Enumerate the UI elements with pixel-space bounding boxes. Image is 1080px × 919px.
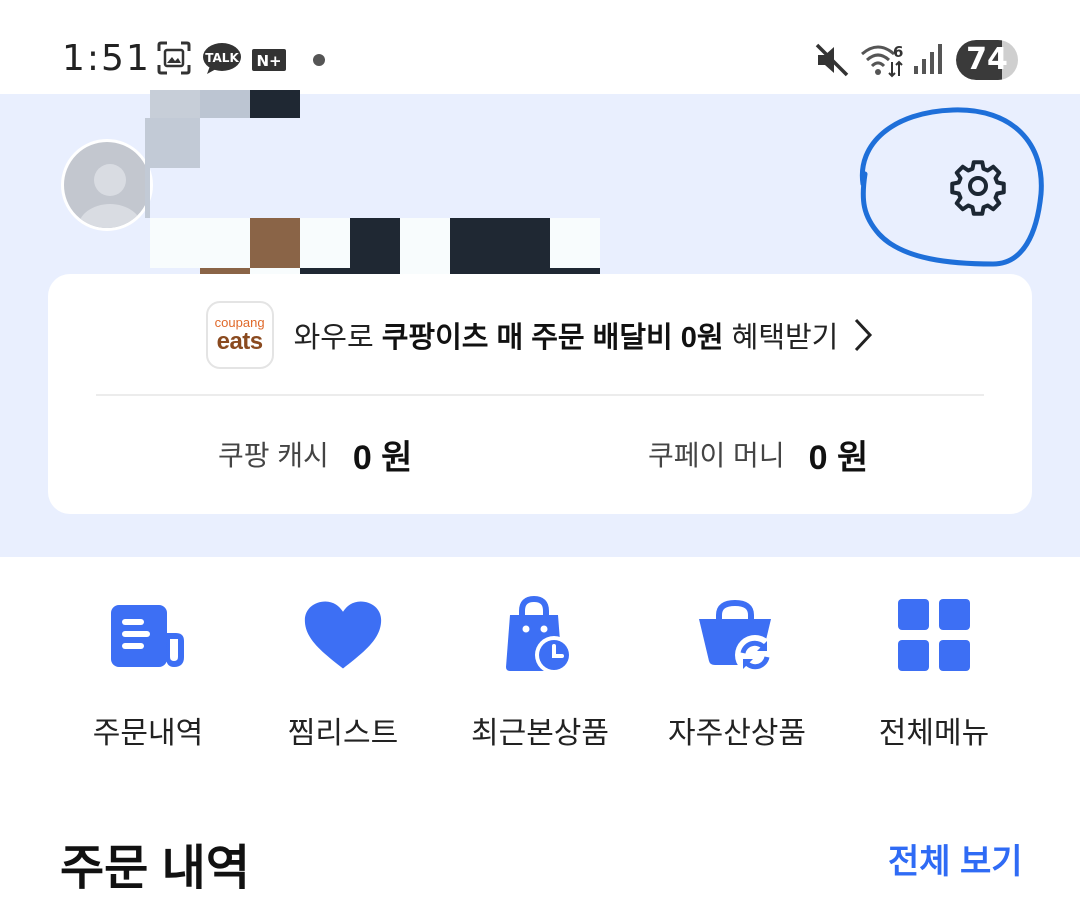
promo-text: 와우로 쿠팡이츠 매 주문 배달비 0원 혜택받기: [294, 314, 839, 356]
status-bar: 1:51 TALK N+ 6 74: [0, 0, 1080, 94]
order-history-icon: [108, 590, 188, 680]
heart-icon: [303, 590, 383, 680]
screenshot-icon: [156, 40, 192, 81]
signal-icon: [912, 42, 944, 81]
coupay-money-label: 쿠페이 머니: [648, 440, 785, 471]
menu-order-history-label: 주문내역: [92, 717, 204, 750]
wifi-icon: 6: [860, 42, 906, 83]
promo-text-prefix: 와우로: [293, 322, 382, 354]
benefit-card: coupang eats 와우로 쿠팡이츠 매 주문 배달비 0원 혜택받기 쿠…: [48, 274, 1032, 514]
menu-wishlist-label: 찜리스트: [287, 717, 399, 750]
settings-button[interactable]: [935, 148, 1021, 224]
battery-level-text: 74: [966, 42, 1008, 77]
grid-menu-icon: [894, 590, 974, 680]
naver-plus-text: N+: [256, 52, 281, 70]
menu-recently-viewed[interactable]: 최근본상품: [460, 590, 620, 760]
menu-wishlist[interactable]: 찜리스트: [263, 590, 423, 760]
order-history-title: 주문 내역: [60, 842, 250, 895]
menu-order-history[interactable]: 주문내역: [68, 590, 228, 760]
coupang-eats-logo-big: eats: [216, 328, 264, 355]
kakaotalk-text: TALK: [205, 51, 239, 65]
gear-icon: [950, 160, 1006, 216]
dot-icon: [312, 53, 326, 72]
promo-text-bold: 쿠팡이츠 매 주문 배달비 0원: [381, 322, 724, 354]
wifi-label: 6: [893, 43, 903, 61]
coupay-money-value: 0 원: [808, 438, 869, 477]
coupang-cash-value: 0 원: [352, 438, 413, 477]
menu-all-menu-label: 전체메뉴: [878, 717, 990, 750]
chevron-right-icon: [852, 317, 874, 353]
card-divider: [96, 394, 984, 396]
battery-indicator: 74: [956, 40, 1018, 80]
kakaotalk-icon: TALK: [202, 42, 242, 81]
status-time: 1:51: [62, 38, 151, 79]
promo-text-suffix: 혜택받기: [723, 322, 839, 354]
menu-frequently-bought[interactable]: 자주산상품: [657, 590, 817, 760]
wow-eats-promo-banner[interactable]: coupang eats 와우로 쿠팡이츠 매 주문 배달비 0원 혜택받기: [48, 300, 1032, 370]
naver-plus-icon: N+: [252, 49, 286, 76]
recent-bag-icon: [500, 590, 580, 680]
mute-icon: [814, 42, 850, 83]
coupang-eats-logo: coupang eats: [205, 301, 274, 369]
redacted-profile-name: [145, 90, 603, 290]
menu-recently-viewed-label: 최근본상품: [471, 717, 609, 750]
coupang-cash-balance[interactable]: 쿠팡 캐시 0 원: [218, 426, 412, 482]
coupang-cash-label: 쿠팡 캐시: [218, 440, 329, 471]
menu-all-menu[interactable]: 전체메뉴: [854, 590, 1014, 760]
view-all-link[interactable]: 전체 보기: [888, 834, 1023, 883]
avatar[interactable]: [61, 139, 153, 231]
menu-frequently-bought-label: 자주산상품: [668, 717, 806, 750]
coupay-money-balance[interactable]: 쿠페이 머니 0 원: [648, 426, 868, 482]
repurchase-basket-icon: [697, 590, 777, 680]
